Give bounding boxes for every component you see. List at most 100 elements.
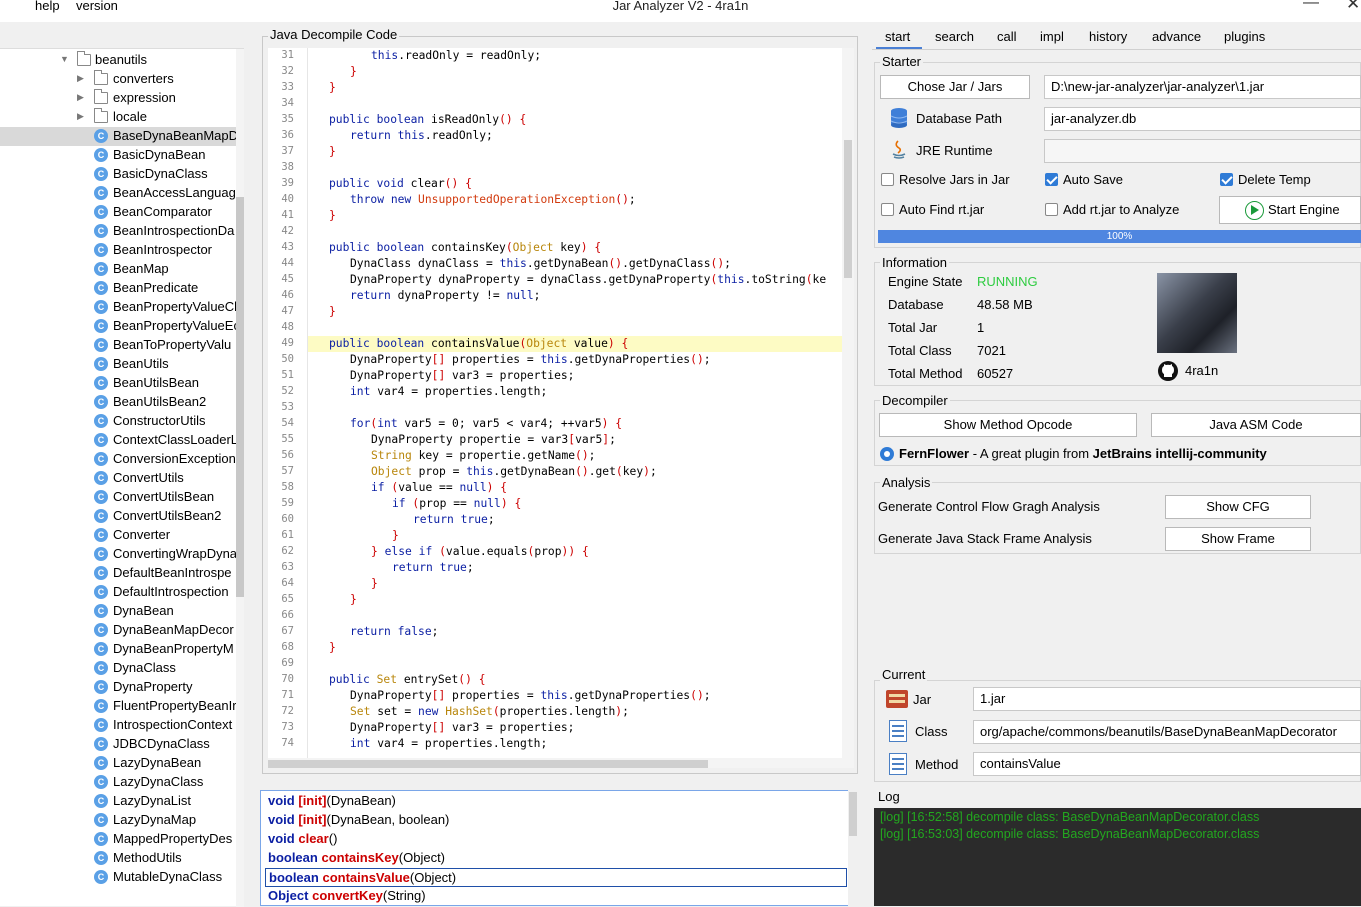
tab-search[interactable]: search [935,29,974,44]
jar-path-field[interactable]: D:\new-jar-analyzer\jar-analyzer\1.jar [1044,75,1361,99]
code-line[interactable]: } [392,529,399,542]
tree-node-class[interactable]: C ConvertingWrapDyna [0,545,236,564]
show-cfg-button[interactable]: Show CFG [1165,495,1311,519]
code-line[interactable]: DynaProperty propertie = var3[var5]; [371,433,616,446]
code-line[interactable]: } [350,593,357,606]
tree-scrollbar-thumb[interactable] [236,197,244,597]
code-line[interactable]: String key = propertie.getName(); [371,449,595,462]
code-line[interactable]: } [329,305,336,318]
method-list-item[interactable]: Object convertKey(String) [265,887,847,905]
resolve-jars-checkbox[interactable] [881,173,894,186]
tree-node-class[interactable]: C FluentPropertyBeanIr [0,697,236,716]
code-line[interactable]: return false; [350,625,438,638]
tree-node-class[interactable]: C DynaBean [0,602,236,621]
current-jar-field[interactable]: 1.jar [973,687,1361,711]
show-method-opcode-button[interactable]: Show Method Opcode [879,413,1137,437]
code-line[interactable]: Set set = new HashSet(properties.length)… [350,705,629,718]
tree-node-class[interactable]: C DynaClass [0,659,236,678]
tree-node-class[interactable]: C MethodUtils [0,849,236,868]
tree-node-class[interactable]: C BeanToPropertyValu [0,336,236,355]
auto-find-rt-checkbox[interactable] [881,203,894,216]
tree-node-class[interactable]: C ContextClassLoaderL [0,431,236,450]
code-line[interactable]: DynaClass dynaClass = this.getDynaBean()… [350,257,731,270]
method-list-item[interactable]: void [init](DynaBean) [265,792,847,811]
tree-node-class[interactable]: C LazyDynaClass [0,773,236,792]
java-asm-code-button[interactable]: Java ASM Code [1151,413,1361,437]
code-vertical-scrollbar-thumb[interactable] [844,140,852,278]
tree-node-class[interactable]: C ConversionException [0,450,236,469]
code-line[interactable]: Object prop = this.getDynaBean().get(key… [371,465,657,478]
tab-history[interactable]: history [1089,29,1127,44]
code-line[interactable]: return this.readOnly; [350,129,493,142]
method-list-scrollbar-thumb[interactable] [849,792,857,836]
jre-runtime-field[interactable] [1044,139,1361,163]
tree-node-class[interactable]: C BaseDynaBeanMapD [0,127,236,146]
tree-node-class[interactable]: C MappedPropertyDes [0,830,236,849]
method-list-item[interactable]: void [init](DynaBean, boolean) [265,811,847,830]
tree-node-class[interactable]: C BeanUtils [0,355,236,374]
code-horizontal-scrollbar-thumb[interactable] [268,760,708,768]
minimize-icon[interactable]: — [1303,0,1319,12]
tree-node-class[interactable]: C BeanAccessLanguage [0,184,236,203]
github-icon[interactable] [1158,361,1178,381]
tree-node-class[interactable]: C BeanPropertyValueCl [0,298,236,317]
code-line[interactable]: public boolean containsKey(Object key) { [329,241,601,254]
show-frame-button[interactable]: Show Frame [1165,527,1311,551]
delete-temp-checkbox[interactable] [1220,173,1233,186]
tree-node-class[interactable]: C ConvertUtilsBean2 [0,507,236,526]
code-line[interactable]: DynaProperty[] properties = this.getDyna… [350,689,711,702]
method-list-item[interactable]: boolean containsValue(Object) [265,868,847,887]
chose-jar-button[interactable]: Chose Jar / Jars [880,75,1030,99]
auto-save-checkbox[interactable] [1045,173,1058,186]
tree-node-class[interactable]: C LazyDynaList [0,792,236,811]
code-line[interactable]: } [329,145,336,158]
tree-node-class[interactable]: C DefaultBeanIntrospe [0,564,236,583]
start-engine-button[interactable]: Start Engine [1219,196,1361,224]
tree-node-class[interactable]: C BeanIntrospectionDa [0,222,236,241]
code-line[interactable]: this.readOnly = readOnly; [371,49,541,62]
tree-node-class[interactable]: C ConvertUtilsBean [0,488,236,507]
method-list-item[interactable]: void clear() [265,830,847,849]
tree-node-class[interactable]: C MutableDynaClass [0,868,236,887]
tab-plugins[interactable]: plugins [1224,29,1265,44]
database-path-field[interactable]: jar-analyzer.db [1044,107,1361,131]
close-icon[interactable]: ✕ [1346,0,1360,14]
author-name[interactable]: 4ra1n [1185,363,1218,378]
code-line[interactable]: } [329,209,336,222]
tree-node-class[interactable]: C BeanUtilsBean [0,374,236,393]
tree-node-class[interactable]: C ConvertUtils [0,469,236,488]
fernflower-radio[interactable] [880,447,894,461]
code-line[interactable]: DynaProperty[] properties = this.getDyna… [350,353,711,366]
code-line[interactable]: if (prop == null) { [392,497,521,510]
code-line[interactable]: return dynaProperty != null; [350,289,540,302]
tree-node-class[interactable]: C BasicDynaClass [0,165,236,184]
tree-node-class[interactable]: C BeanPropertyValueEc [0,317,236,336]
current-method-field[interactable]: containsValue [973,752,1361,776]
tab-impl[interactable]: impl [1040,29,1064,44]
tree-node-class[interactable]: C BeanPredicate [0,279,236,298]
tree-node-class[interactable]: C DynaBeanMapDecor [0,621,236,640]
code-line[interactable]: for(int var5 = 0; var5 < var4; ++var5) { [350,417,622,430]
tree-node-folder[interactable]: ▶ locale [0,108,236,127]
code-line[interactable]: public boolean isReadOnly() { [329,113,526,126]
code-line[interactable]: throw new UnsupportedOperationException(… [350,193,636,206]
code-line[interactable]: public void clear() { [329,177,472,190]
code-line[interactable]: } [371,577,378,590]
current-class-field[interactable]: org/apache/commons/beanutils/BaseDynaBea… [973,720,1361,744]
tree-node-class[interactable]: C BeanIntrospector [0,241,236,260]
tab-start[interactable]: start [885,29,910,44]
class-tree[interactable]: ▼ beanutils ▶ converters ▶ expression ▶ locale C… [0,48,244,907]
tree-node-class[interactable]: C LazyDynaBean [0,754,236,773]
tab-advance[interactable]: advance [1152,29,1201,44]
code-line[interactable]: } [329,81,336,94]
tree-node-class[interactable]: C BeanMap [0,260,236,279]
code-line[interactable]: DynaProperty[] var3 = properties; [350,369,574,382]
tree-node-class[interactable]: C DefaultIntrospection [0,583,236,602]
code-line[interactable]: int var4 = properties.length; [350,385,547,398]
code-line[interactable]: } [350,65,357,78]
code-line[interactable]: } [329,641,336,654]
code-line[interactable]: return true; [413,513,495,526]
tree-node-class[interactable]: C DynaProperty [0,678,236,697]
tree-node-class[interactable]: C ConstructorUtils [0,412,236,431]
code-line[interactable]: public boolean containsValue(Object valu… [329,337,628,350]
